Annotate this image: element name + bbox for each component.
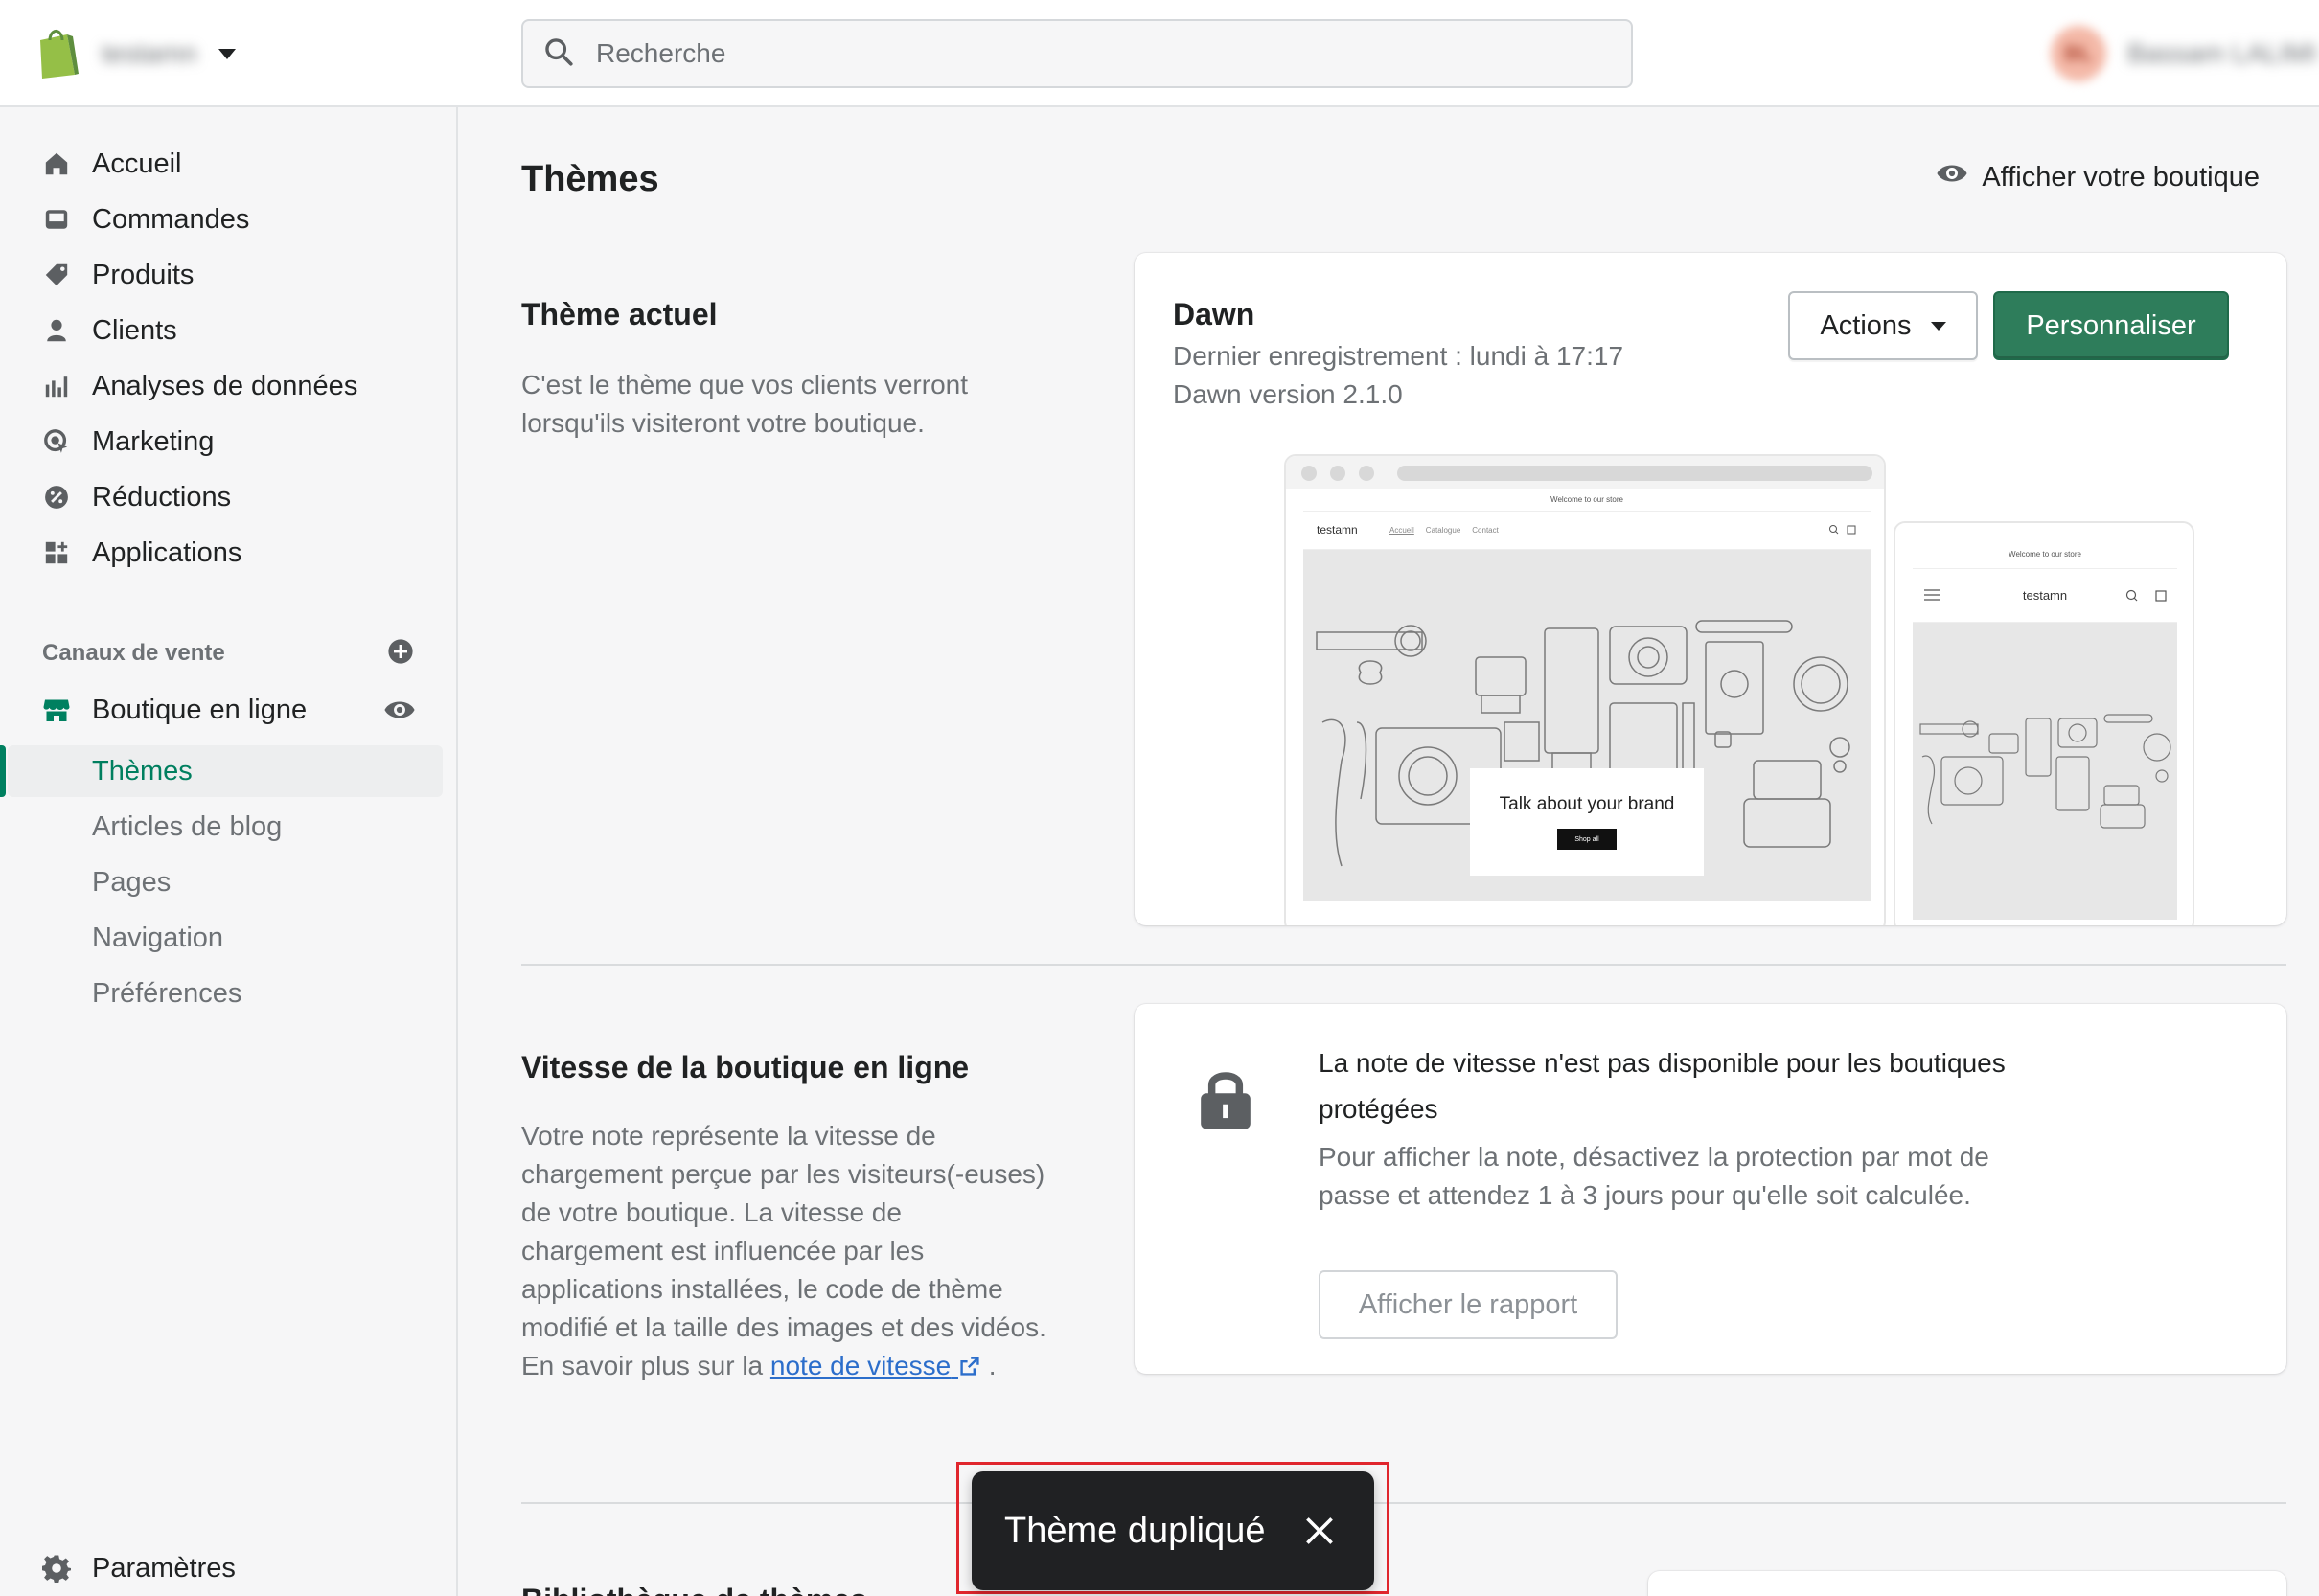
preview-header: testamn bbox=[1913, 569, 2177, 623]
sidebar-item-label: Réductions bbox=[92, 481, 232, 513]
sidebar-item-label: Paramètres bbox=[92, 1552, 236, 1584]
sidebar-item-discounts[interactable]: Réductions bbox=[0, 473, 458, 521]
eye-icon bbox=[1936, 161, 1968, 194]
speed-card-title: La note de vitesse n'est pas disponible … bbox=[1319, 1048, 2006, 1124]
theme-last-saved: Dernier enregistrement : lundi à 17:17 bbox=[1173, 341, 1624, 371]
customize-button[interactable]: Personnaliser bbox=[1993, 291, 2229, 360]
sidebar-item-label: Analyses de données bbox=[92, 370, 358, 401]
sidebar-item-label: Marketing bbox=[92, 425, 215, 457]
target-icon bbox=[42, 427, 71, 456]
sidebar-subitem-preferences[interactable]: Préférences bbox=[92, 969, 241, 1017]
preview-search-icon bbox=[1828, 523, 1857, 540]
preview-hero-text: Talk about your brand bbox=[1499, 794, 1675, 814]
sidebar-item-orders[interactable]: Commandes bbox=[0, 195, 458, 243]
preview-announcement: Welcome to our store bbox=[1913, 540, 2177, 569]
shopify-logo-icon bbox=[33, 27, 80, 80]
main-content: Thèmes Afficher votre boutique Thème act… bbox=[460, 107, 2319, 1596]
search-bar[interactable] bbox=[521, 19, 1633, 88]
preview-announcement: Welcome to our store bbox=[1303, 489, 1871, 512]
sidebar-item-label: Applications bbox=[92, 536, 242, 568]
sidebar-item-label: Clients bbox=[92, 314, 177, 346]
sidebar-item-label: Accueil bbox=[92, 148, 182, 179]
sales-channels-heading: Canaux de vente bbox=[42, 640, 225, 666]
preview-cart-icon bbox=[2125, 588, 2168, 608]
sidebar-item-label: Commandes bbox=[92, 203, 250, 235]
current-theme-description: C'est le thème que vos clients verront l… bbox=[521, 370, 969, 438]
user-menu[interactable]: BL Bassam LALIMI bbox=[2051, 25, 2317, 82]
chevron-down-icon bbox=[1930, 321, 1946, 331]
sidebar-item-customers[interactable]: Clients bbox=[0, 307, 458, 354]
preview-hero-image bbox=[1913, 623, 2177, 920]
eye-icon[interactable] bbox=[383, 697, 416, 727]
store-name: testamn bbox=[102, 38, 197, 68]
sidebar-item-products[interactable]: Produits bbox=[0, 251, 458, 299]
chevron-down-icon bbox=[218, 48, 236, 59]
view-store-label: Afficher votre boutique bbox=[1982, 161, 2260, 193]
page-title: Thèmes bbox=[521, 159, 659, 199]
current-theme-card: Dawn Dernier enregistrement : lundi à 17… bbox=[1135, 253, 2286, 925]
user-name: Bassam LALIMI bbox=[2127, 38, 2317, 68]
mobile-preview-page: Welcome to our store testamn bbox=[1913, 540, 2177, 925]
preview-store-name: testamn bbox=[1317, 523, 1358, 536]
lock-icon bbox=[1198, 1067, 1253, 1135]
desktop-preview-page: Welcome to our store testamn Accueil Cat… bbox=[1303, 489, 1871, 925]
sidebar-subitem-navigation[interactable]: Navigation bbox=[92, 914, 223, 962]
actions-label: Actions bbox=[1820, 309, 1912, 341]
active-item-highlight bbox=[8, 745, 443, 797]
preview-nav: Accueil Catalogue Contact bbox=[1389, 526, 1499, 535]
speed-description: Votre note représente la vitesse de char… bbox=[521, 1121, 1046, 1380]
gear-icon bbox=[42, 1554, 71, 1583]
section-divider bbox=[521, 964, 2286, 966]
browser-chrome bbox=[1286, 456, 1884, 489]
preview-header: testamn Accueil Catalogue Contact bbox=[1303, 512, 1871, 550]
search-icon bbox=[542, 35, 575, 73]
apps-icon bbox=[42, 538, 71, 567]
current-theme-heading: Thème actuel bbox=[521, 297, 718, 331]
tag-icon bbox=[42, 261, 71, 289]
view-report-button[interactable]: Afficher le rapport bbox=[1319, 1270, 1618, 1339]
section-divider bbox=[521, 1502, 2286, 1504]
sidebar-item-home[interactable]: Accueil bbox=[0, 140, 458, 188]
speed-score-link[interactable]: note de vitesse bbox=[770, 1351, 981, 1380]
preview-hero-image: Talk about your brand Shop all bbox=[1303, 550, 1871, 901]
view-store-link[interactable]: Afficher votre boutique bbox=[1936, 161, 2260, 194]
toast-notification: Thème dupliqué bbox=[972, 1471, 1374, 1590]
theme-library-card bbox=[1648, 1571, 2286, 1596]
sidebar-subitem-themes[interactable]: Thèmes bbox=[92, 747, 193, 795]
sidebar-item-marketing[interactable]: Marketing bbox=[0, 418, 458, 466]
speed-heading: Vitesse de la boutique en ligne bbox=[521, 1050, 970, 1084]
theme-version: Dawn version 2.1.0 bbox=[1173, 379, 1403, 409]
discount-icon bbox=[42, 483, 71, 512]
store-switcher[interactable]: testamn bbox=[33, 25, 236, 82]
sidebar-subitem-pages[interactable]: Pages bbox=[92, 858, 171, 906]
bar-chart-icon bbox=[42, 372, 71, 400]
avatar: BL bbox=[2051, 26, 2106, 81]
home-icon bbox=[42, 149, 71, 178]
person-icon bbox=[42, 316, 71, 345]
sidebar-item-label: Boutique en ligne bbox=[92, 694, 308, 725]
close-icon[interactable] bbox=[1300, 1512, 1339, 1550]
orders-icon bbox=[42, 205, 71, 234]
sidebar: Accueil Commandes Produits Clients Analy… bbox=[0, 107, 458, 1596]
sidebar-item-apps[interactable]: Applications bbox=[0, 529, 458, 577]
store-icon bbox=[42, 695, 71, 724]
preview-hero-button: Shop all bbox=[1557, 829, 1617, 850]
sidebar-subitem-blog-posts[interactable]: Articles de blog bbox=[92, 803, 282, 851]
active-item-indicator bbox=[0, 745, 6, 797]
theme-name: Dawn bbox=[1173, 297, 1255, 331]
top-bar: testamn BL Bassam LALIMI bbox=[0, 0, 2319, 107]
toast-message: Thème dupliqué bbox=[1004, 1510, 1266, 1551]
sidebar-item-settings[interactable]: Paramètres bbox=[0, 1544, 458, 1592]
sidebar-item-analytics[interactable]: Analyses de données bbox=[0, 362, 458, 410]
sidebar-item-label: Produits bbox=[92, 259, 195, 290]
mobile-preview[interactable]: Welcome to our store testamn bbox=[1894, 521, 2194, 925]
actions-button[interactable]: Actions bbox=[1788, 291, 1978, 360]
search-input[interactable] bbox=[596, 38, 1458, 69]
add-channel-icon[interactable] bbox=[387, 638, 414, 670]
desktop-preview[interactable]: Welcome to our store testamn Accueil Cat… bbox=[1284, 454, 1886, 925]
speed-card: La note de vitesse n'est pas disponible … bbox=[1135, 1004, 2286, 1374]
speed-card-description: Pour afficher la note, désactivez la pro… bbox=[1319, 1142, 1989, 1210]
theme-library-heading: Bibliothèque de thèmes bbox=[521, 1583, 867, 1596]
preview-hero-banner: Talk about your brand Shop all bbox=[1470, 768, 1704, 876]
